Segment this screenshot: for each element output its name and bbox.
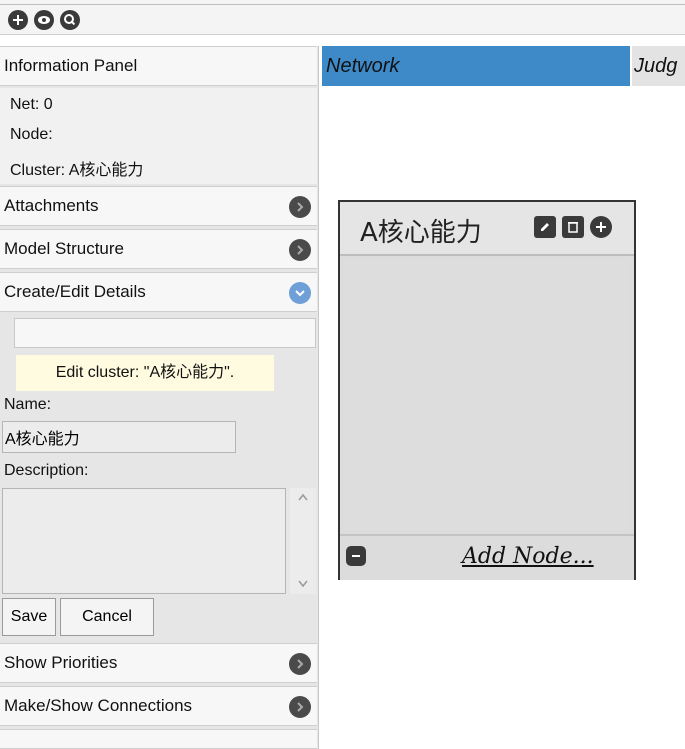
tab-network[interactable]: Network: [322, 46, 630, 86]
information-panel-body: Net: 0 Node: Cluster: A核心能力: [0, 88, 317, 184]
tab-judgments[interactable]: Judg: [632, 46, 685, 86]
create-edit-details-header[interactable]: Create/Edit Details: [0, 272, 317, 312]
show-priorities-label: Show Priorities: [4, 653, 118, 672]
description-label: Description:: [4, 462, 89, 479]
minus-icon[interactable]: [346, 546, 366, 566]
description-textarea[interactable]: [2, 488, 286, 594]
cluster-node-area[interactable]: [344, 258, 630, 530]
node-info: Node:: [10, 126, 53, 143]
edit-cluster-tooltip: Edit cluster: "A核心能力".: [16, 355, 274, 391]
left-panel: Information Panel Net: 0 Node: Cluster: …: [0, 46, 319, 749]
pencil-icon[interactable]: [534, 216, 556, 238]
make-show-connections-header[interactable]: Make/Show Connections: [0, 686, 317, 726]
model-structure-label: Model Structure: [4, 239, 124, 258]
top-toolbar: [0, 0, 685, 35]
make-show-connections-label: Make/Show Connections: [4, 696, 193, 715]
eye-icon[interactable]: [34, 10, 54, 30]
information-panel-title: Information Panel: [4, 56, 138, 75]
magnify-icon[interactable]: [60, 10, 80, 30]
next-section-header[interactable]: [0, 729, 317, 749]
chevron-down-icon[interactable]: [289, 282, 311, 304]
name-label: Name:: [4, 396, 52, 413]
name-input[interactable]: [2, 421, 236, 453]
create-edit-details-label: Create/Edit Details: [4, 282, 146, 301]
add-node-link[interactable]: Add Node...: [462, 544, 594, 569]
cluster-header: A核心能力: [340, 202, 634, 256]
cluster-info: Cluster: A核心能力: [10, 162, 144, 179]
chevron-right-icon[interactable]: [289, 696, 311, 718]
description-scrollbar[interactable]: [290, 488, 316, 594]
chevron-right-icon[interactable]: [289, 196, 311, 218]
cluster-title: A核心能力: [360, 218, 482, 248]
show-priorities-header[interactable]: Show Priorities: [0, 643, 317, 683]
chevron-right-icon[interactable]: [289, 239, 311, 261]
model-structure-header[interactable]: Model Structure: [0, 229, 317, 269]
cancel-button[interactable]: Cancel: [60, 598, 154, 636]
plus-icon[interactable]: [590, 216, 612, 238]
save-button[interactable]: Save: [2, 598, 56, 636]
information-panel-header[interactable]: Information Panel: [0, 46, 317, 86]
plus-icon[interactable]: [8, 10, 28, 30]
attachments-header[interactable]: Attachments: [0, 186, 317, 226]
edit-toolbar-field[interactable]: [14, 318, 316, 348]
attachments-label: Attachments: [4, 196, 99, 215]
net-info: Net: 0: [10, 96, 53, 113]
chevron-right-icon[interactable]: [289, 653, 311, 675]
cluster-footer: Add Node...: [340, 534, 634, 580]
trash-icon[interactable]: [562, 216, 584, 238]
cluster-box[interactable]: A核心能力 Add Node...: [338, 200, 636, 580]
